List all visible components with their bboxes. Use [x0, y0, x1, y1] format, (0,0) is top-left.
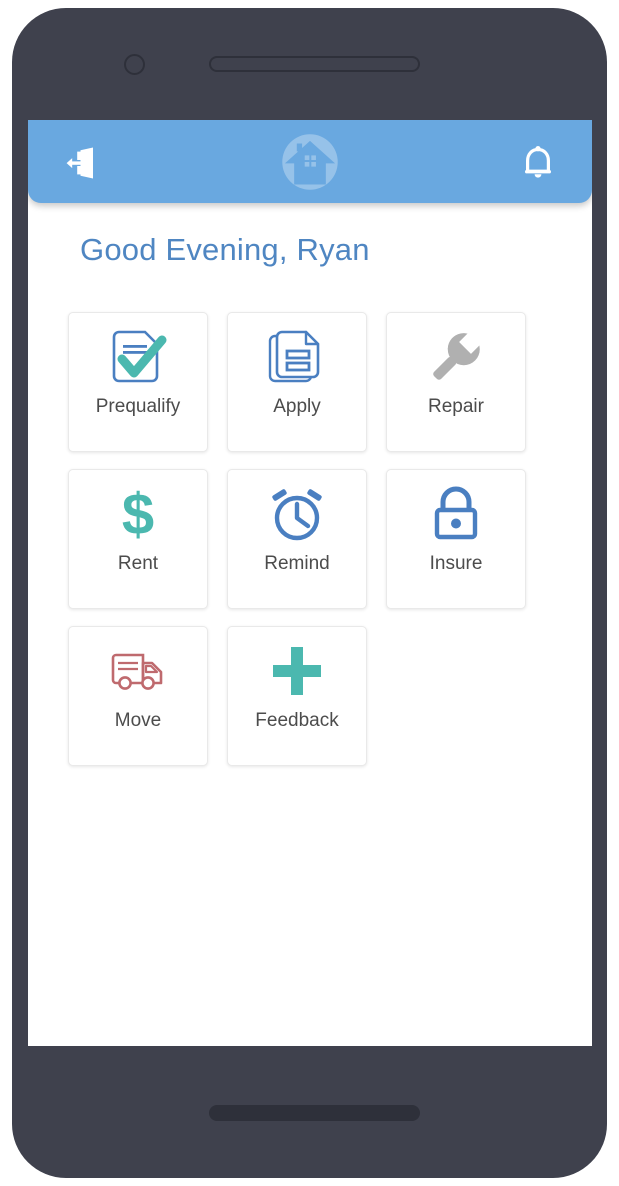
- tile-feedback[interactable]: Feedback: [227, 626, 367, 766]
- tile-icon-wrap: [228, 627, 366, 709]
- tile-icon-wrap: [228, 470, 366, 552]
- tile-label: Remind: [264, 553, 330, 574]
- app-screen: Good Evening, Ryan Prequalify Apply Repa…: [28, 120, 592, 1046]
- tile-move[interactable]: Move: [68, 626, 208, 766]
- tile-icon-wrap: $: [69, 470, 207, 552]
- alarm-clock-icon: [272, 489, 322, 541]
- camera-lens-icon: [124, 54, 145, 75]
- tile-icon-wrap: [228, 313, 366, 395]
- logout-door-icon: [66, 147, 93, 179]
- tile-icon-wrap: [69, 627, 207, 709]
- tile-apply[interactable]: Apply: [227, 312, 367, 452]
- plus-icon: [273, 647, 321, 695]
- home-shield-logo-icon: [282, 133, 338, 190]
- notifications-button[interactable]: [512, 138, 564, 188]
- bell-icon: [525, 146, 551, 178]
- tile-icon-wrap: [69, 313, 207, 395]
- tile-label: Repair: [428, 396, 484, 417]
- tile-icon-wrap: [387, 470, 525, 552]
- earpiece-speaker-icon: [209, 56, 420, 72]
- moving-truck-icon: [111, 653, 163, 690]
- dollar-sign-icon: $: [122, 483, 154, 545]
- padlock-icon: [434, 486, 478, 540]
- phone-device-frame: Good Evening, Ryan Prequalify Apply Repa…: [12, 8, 607, 1178]
- tile-label: Rent: [117, 553, 159, 574]
- tile-insure[interactable]: Insure: [386, 469, 526, 609]
- tile-label: Insure: [429, 553, 483, 574]
- tile-remind[interactable]: Remind: [227, 469, 367, 609]
- logout-button[interactable]: [56, 138, 108, 188]
- home-indicator-bar: [209, 1105, 420, 1121]
- svg-text:$: $: [122, 483, 154, 545]
- tile-icon-wrap: [387, 313, 525, 395]
- tile-prequalify[interactable]: Prequalify: [68, 312, 208, 452]
- tile-label: Move: [114, 710, 162, 731]
- tile-rent[interactable]: $ Rent: [68, 469, 208, 609]
- action-tile-grid: Prequalify Apply Repair $ Rent Remind In…: [68, 312, 558, 766]
- tile-label: Prequalify: [95, 396, 181, 417]
- document-checkmark-icon: [112, 330, 167, 383]
- app-header-bar: [28, 120, 592, 203]
- tile-repair[interactable]: Repair: [386, 312, 526, 452]
- document-form-icon: [268, 330, 320, 383]
- tile-label: Apply: [273, 396, 321, 417]
- wrench-icon: [433, 330, 483, 380]
- greeting-text: Good Evening, Ryan: [80, 232, 370, 267]
- tile-label: Feedback: [255, 710, 339, 731]
